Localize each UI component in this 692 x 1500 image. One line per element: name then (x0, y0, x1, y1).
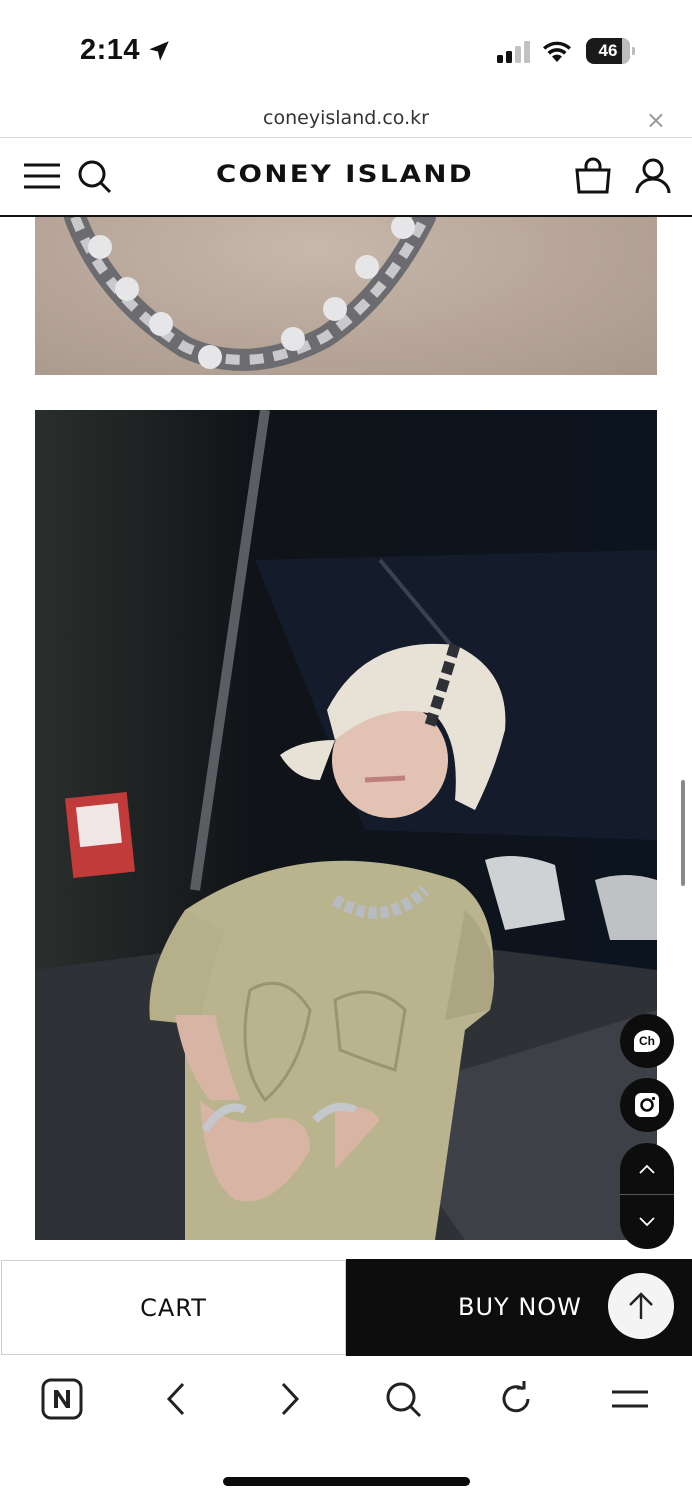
browser-toolbar (0, 1357, 692, 1500)
site-header: CONEY ISLAND (0, 138, 692, 217)
search-icon[interactable] (381, 1377, 425, 1421)
buy-now-label: BUY NOW (458, 1293, 582, 1321)
photo-necklace-closeup (35, 217, 657, 375)
buy-now-button[interactable]: BUY NOW (346, 1259, 692, 1356)
scroll-bottom-button[interactable] (620, 1196, 674, 1248)
back-icon[interactable] (154, 1377, 198, 1421)
instagram-button[interactable] (620, 1078, 674, 1132)
browser-url-bar[interactable]: coneyisland.co.kr × (0, 100, 692, 138)
chevron-down-icon (639, 1217, 655, 1227)
brand-logo[interactable]: CONEY ISLAND (155, 160, 535, 188)
forward-icon[interactable] (268, 1377, 312, 1421)
scroll-top-button[interactable] (620, 1143, 674, 1195)
photo-model-bandana (35, 410, 657, 1240)
wifi-icon (543, 41, 571, 62)
cellular-signal-icon (497, 41, 530, 63)
cart-button[interactable]: CART (1, 1260, 346, 1355)
menu-icon[interactable] (22, 156, 62, 196)
home-indicator[interactable] (223, 1477, 470, 1486)
battery-indicator: 46 (586, 38, 635, 64)
shopping-bag-icon[interactable] (573, 156, 613, 196)
scroll-nav-buttons (620, 1143, 674, 1249)
url-text[interactable]: coneyisland.co.kr (0, 107, 692, 129)
status-bar: 2:14 46 (0, 0, 692, 100)
refresh-icon[interactable] (494, 1377, 538, 1421)
back-to-top-button[interactable] (608, 1273, 674, 1339)
arrow-up-icon (629, 1292, 653, 1319)
chevron-up-icon (639, 1164, 655, 1174)
close-icon[interactable]: × (646, 106, 666, 134)
search-icon[interactable] (74, 156, 114, 196)
menu-icon[interactable] (608, 1377, 652, 1421)
battery-level: 46 (598, 41, 618, 60)
channel-talk-button[interactable]: Ch (620, 1014, 674, 1068)
purchase-bar: CART BUY NOW (0, 1259, 692, 1356)
status-time: 2:14 (80, 34, 141, 66)
user-icon[interactable] (633, 156, 673, 196)
location-arrow-icon (149, 41, 169, 61)
instagram-icon (635, 1093, 659, 1117)
channel-talk-icon: Ch (634, 1030, 660, 1052)
product-detail-content[interactable] (0, 217, 692, 1259)
naver-home-icon[interactable] (40, 1377, 84, 1421)
scroll-indicator[interactable] (681, 780, 685, 886)
